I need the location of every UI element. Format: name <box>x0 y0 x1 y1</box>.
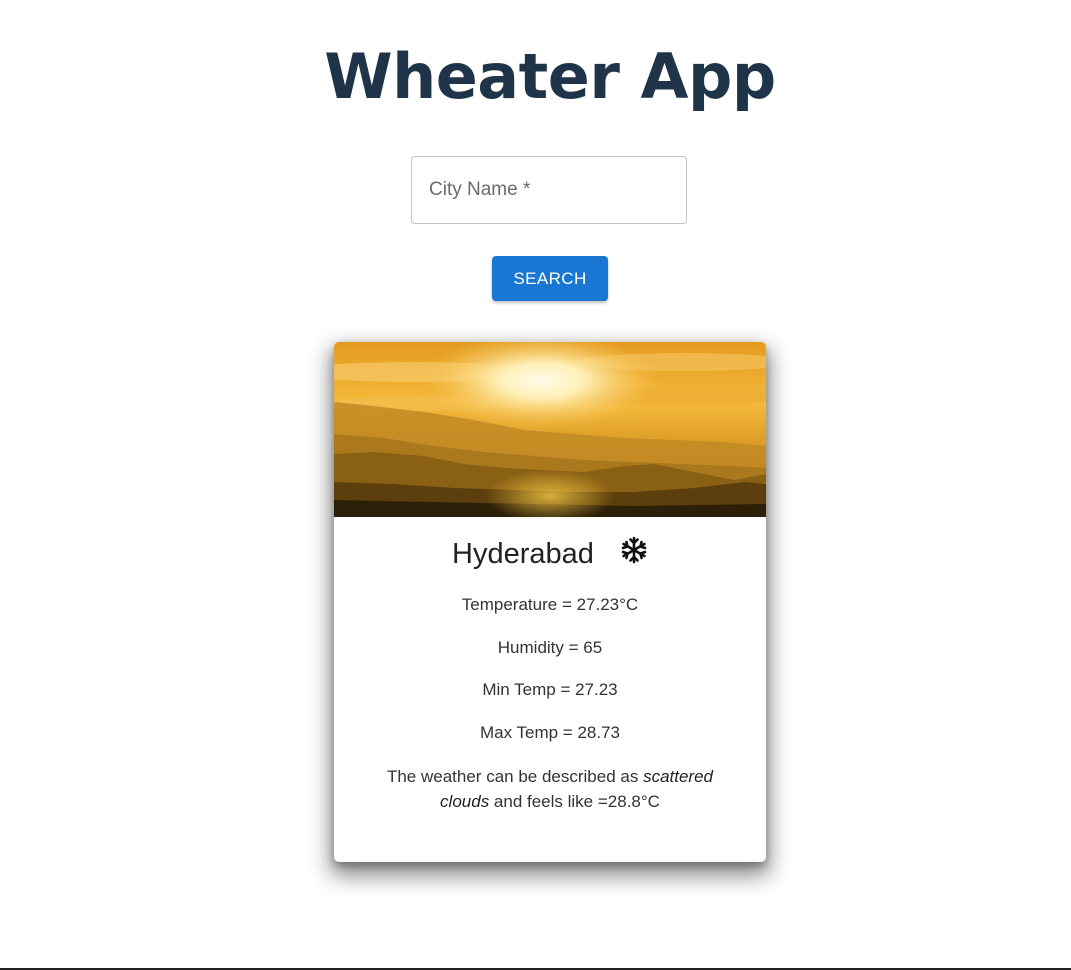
city-name-field[interactable]: City Name * <box>411 156 687 224</box>
city-heading: Hyderabad <box>334 537 766 571</box>
weather-card: Hyderabad Temperature = 27.23°C Humidity… <box>334 342 766 862</box>
max-temp-text: Max Temp = 28.73 <box>479 723 621 742</box>
min-temp-text: Min Temp = 27.23 <box>482 680 618 699</box>
snowflake-icon <box>621 537 647 564</box>
city-name-input[interactable] <box>412 157 686 223</box>
page: Wheater App City Name * SEARCH Hyderabad… <box>0 0 1071 970</box>
description-prefix: The weather can be described as <box>386 767 644 786</box>
description-suffix: and feels like =28.8°C <box>489 792 660 811</box>
city-name: Hyderabad <box>452 537 594 570</box>
humidity-text: Humidity = 65 <box>497 638 603 657</box>
search-button[interactable]: SEARCH <box>492 256 608 301</box>
page-title: Wheater App <box>324 40 776 113</box>
temperature-text: Temperature = 27.23°C <box>461 595 639 614</box>
weather-description: The weather can be described as scattere… <box>374 764 726 814</box>
weather-image <box>334 342 766 517</box>
